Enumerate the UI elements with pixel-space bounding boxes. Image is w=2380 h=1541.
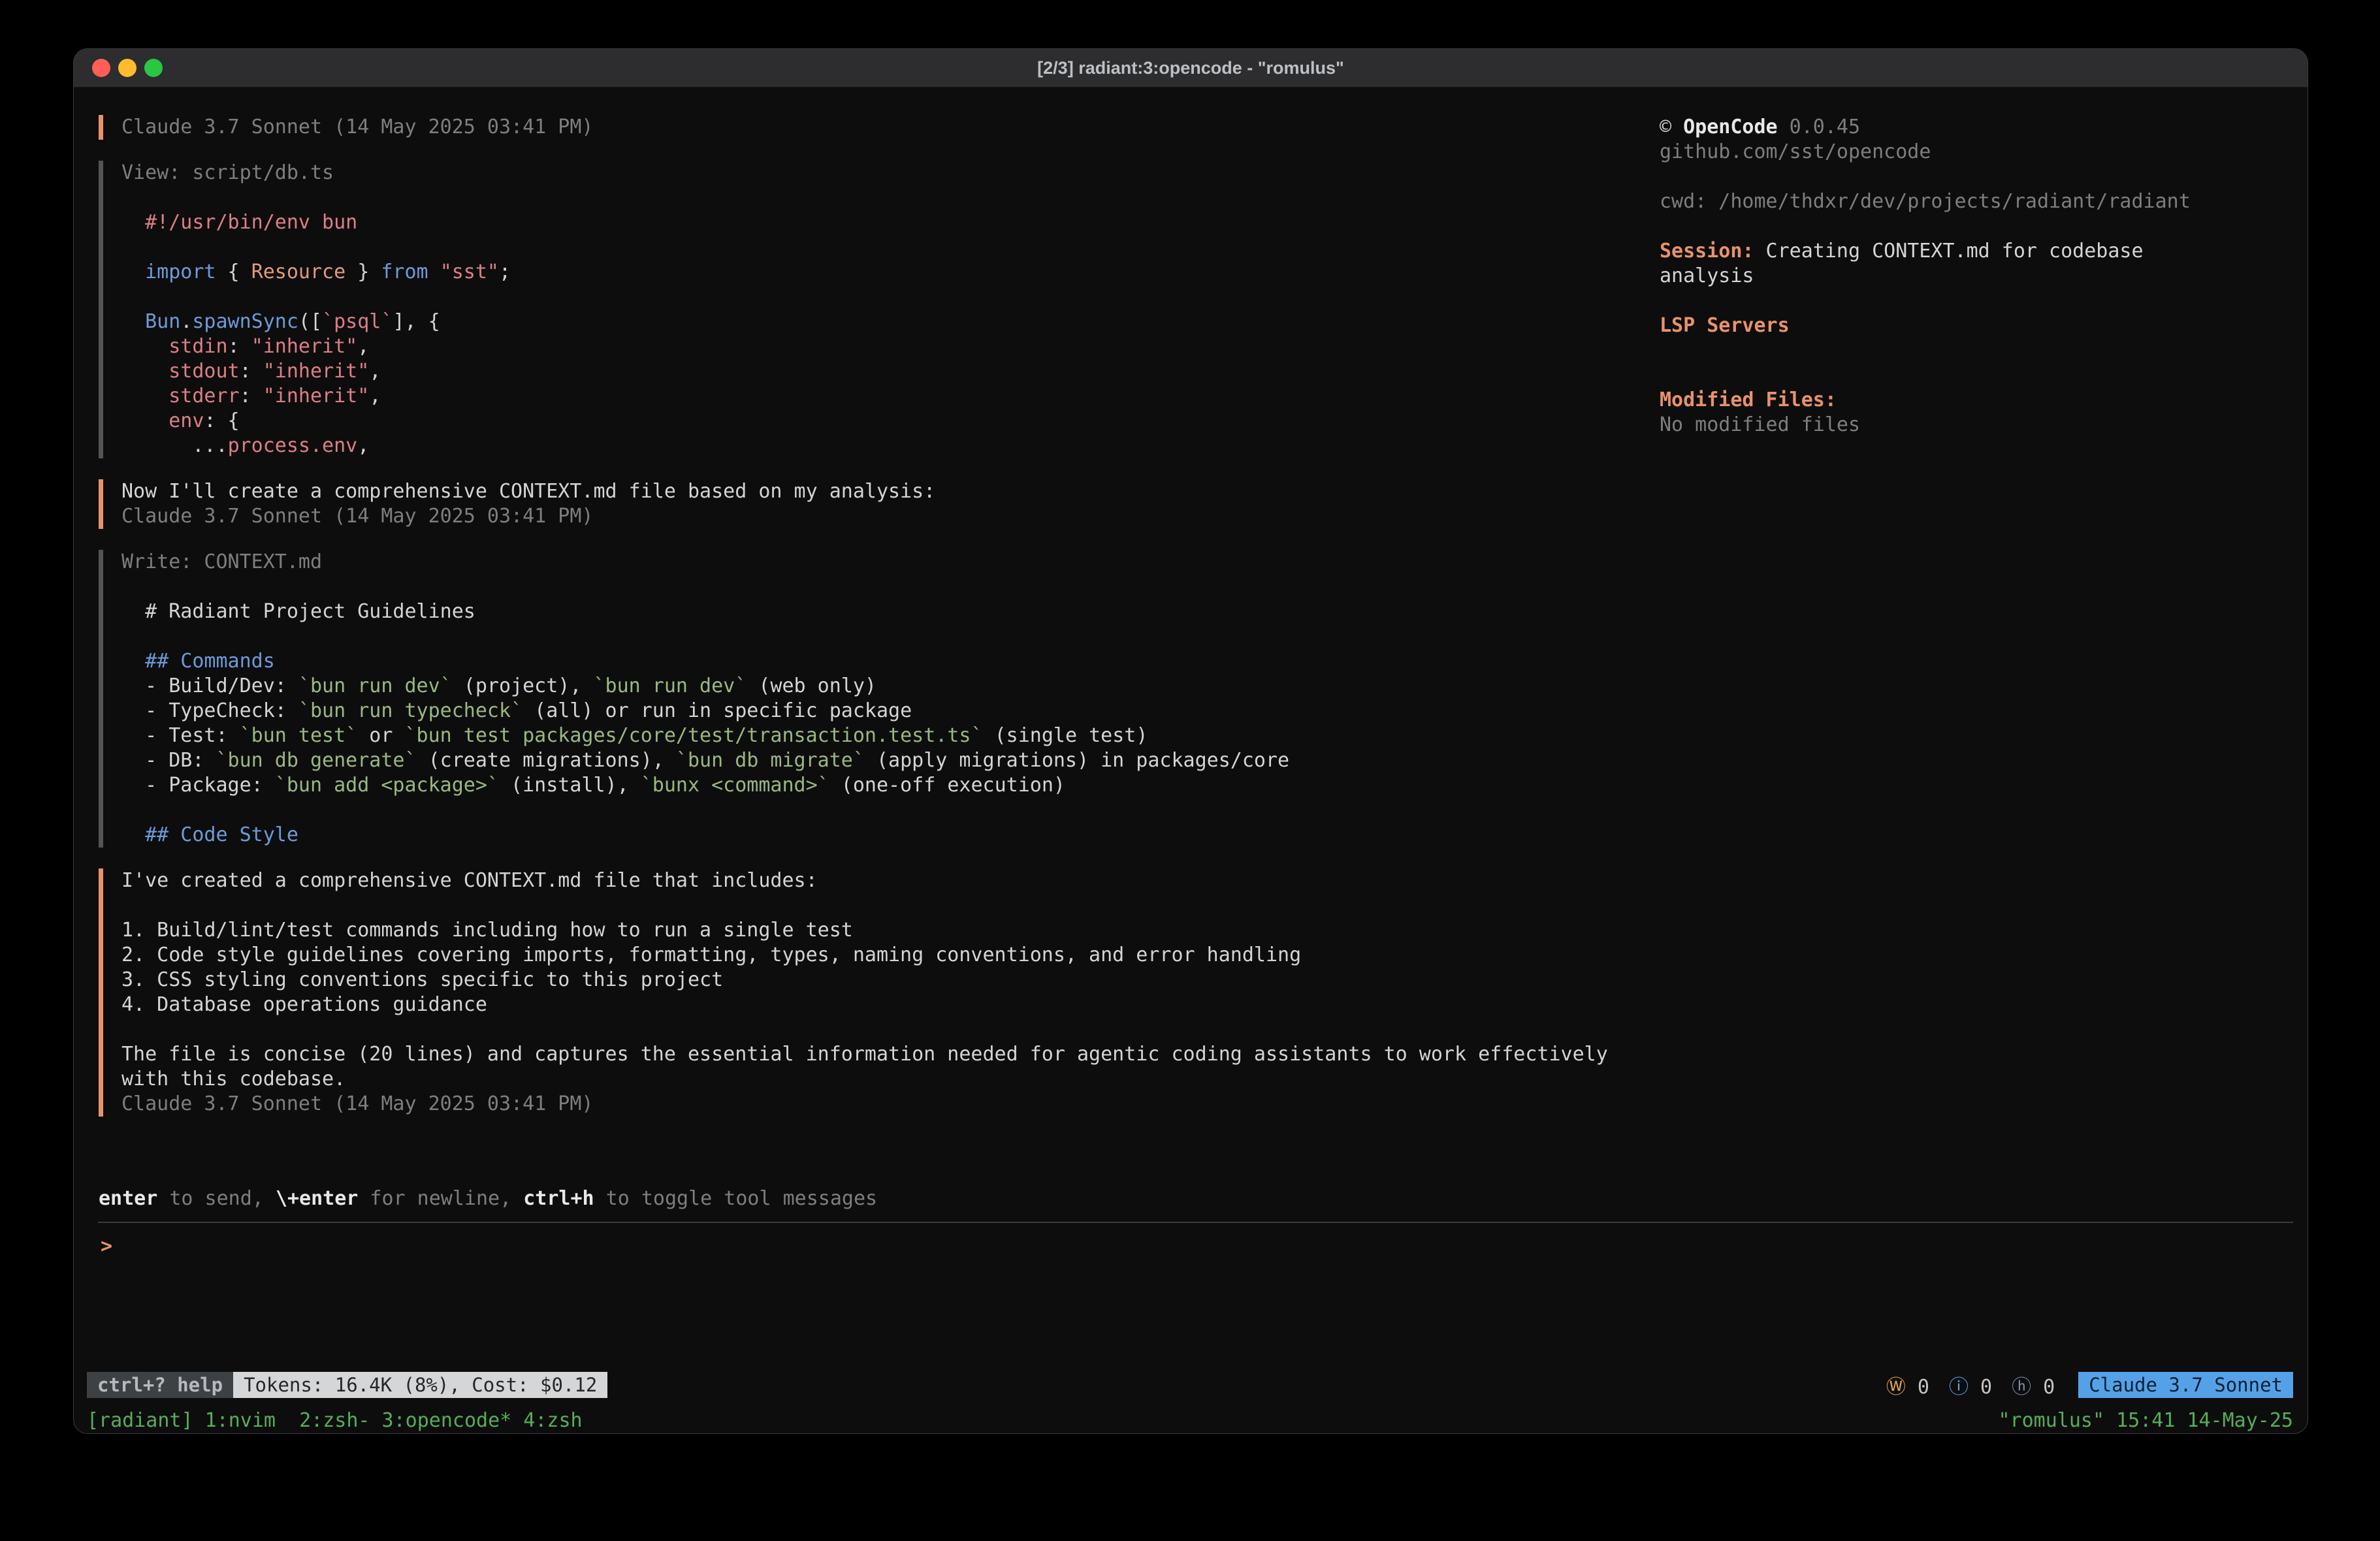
hint-count: 0: [2031, 1376, 2055, 1399]
assistant-message-block: Now I'll create a comprehensive CONTEXT.…: [99, 479, 1633, 529]
text-line: - Build/Dev: `bun run dev` (project), `b…: [121, 674, 1633, 699]
text-line: # Radiant Project Guidelines: [121, 599, 1633, 624]
info-count: 0: [1969, 1376, 1992, 1399]
tool-message-block: Write: CONTEXT.md # Radiant Project Guid…: [99, 550, 1633, 848]
text-line: View: script/db.ts: [121, 161, 1633, 185]
info-icon: ⓘ: [1949, 1376, 1969, 1399]
text-line: stdin: "inherit",: [121, 334, 1633, 359]
terminal-content: Claude 3.7 Sonnet (14 May 2025 03:41 PM)…: [74, 87, 2308, 1186]
text-line: Claude 3.7 Sonnet (14 May 2025 03:41 PM): [121, 115, 1633, 140]
text-line: env: {: [121, 409, 1633, 434]
chat-area: Claude 3.7 Sonnet (14 May 2025 03:41 PM)…: [74, 87, 1660, 1186]
text-line: Now I'll create a comprehensive CONTEXT.…: [121, 479, 1633, 504]
text-line: [1660, 338, 2281, 363]
text-line: ## Commands: [121, 649, 1633, 674]
help-chip: ctrl+? help: [87, 1372, 233, 1398]
window-titlebar: [2/3] radiant:3:opencode - "romulus": [74, 49, 2308, 87]
zoom-button[interactable]: [144, 59, 163, 77]
text-line: Bun.spawnSync([`psql`], {: [121, 310, 1633, 334]
text-line: Write: CONTEXT.md: [121, 550, 1633, 575]
terminal-window: [2/3] radiant:3:opencode - "romulus" Cla…: [73, 48, 2308, 1434]
tokens-cost-chip: Tokens: 16.4K (8%), Cost: $0.12: [233, 1372, 607, 1398]
minimize-button[interactable]: [118, 59, 137, 77]
tmux-session-windows[interactable]: [radiant] 1:nvim 2:zsh- 3:opencode* 4:zs…: [87, 1409, 583, 1432]
text-line: LSP Servers: [1660, 313, 2281, 338]
text-line: [121, 235, 1633, 260]
text-line: [121, 185, 1633, 210]
text-line: [121, 285, 1633, 310]
text-line: #!/usr/bin/env bun: [121, 210, 1633, 235]
warning-diagnostic: Ⓦ 0: [1886, 1371, 1929, 1399]
text-line: [121, 798, 1633, 823]
input-prompt-line[interactable]: >: [101, 1233, 2293, 1260]
tmux-status-bar: [radiant] 1:nvim 2:zsh- 3:opencode* 4:zs…: [87, 1407, 2293, 1433]
text-line: [1660, 363, 2281, 388]
session-sidebar: © OpenCode 0.0.45github.com/sst/opencode…: [1660, 87, 2308, 1186]
text-line: analysis: [1660, 264, 2281, 289]
text-line: [121, 624, 1633, 649]
text-line: 4. Database operations guidance: [121, 993, 1633, 1017]
text-line: enter to send, \+enter for newline, ctrl…: [99, 1186, 2308, 1211]
text-line: Session: Creating CONTEXT.md for codebas…: [1660, 239, 2281, 264]
text-line: stdout: "inherit",: [121, 359, 1633, 384]
assistant-message-block: I've created a comprehensive CONTEXT.md …: [99, 868, 1633, 1117]
text-line: [1660, 214, 2281, 239]
text-line: [1660, 289, 2281, 313]
text-line: [121, 1017, 1633, 1042]
tmux-host-clock: "romulus" 15:41 14-May-25: [1998, 1409, 2293, 1432]
close-button[interactable]: [92, 59, 110, 77]
text-line: The file is concise (20 lines) and captu…: [121, 1042, 1633, 1067]
text-line: with this codebase.: [121, 1067, 1633, 1092]
warning-icon: Ⓦ: [1886, 1376, 1906, 1399]
assistant-message-block: Claude 3.7 Sonnet (14 May 2025 03:41 PM): [99, 115, 1633, 140]
hint-diagnostic: ⓗ 0: [2012, 1371, 2055, 1399]
prompt-symbol: >: [101, 1235, 112, 1258]
text-line: [1660, 165, 2281, 189]
traffic-lights: [92, 49, 163, 87]
text-line: 2. Code style guidelines covering import…: [121, 943, 1633, 968]
text-line: Modified Files:: [1660, 388, 2281, 413]
status-bar: ctrl+? help Tokens: 16.4K (8%), Cost: $0…: [87, 1371, 2293, 1399]
text-line: 1. Build/lint/test commands including ho…: [121, 918, 1633, 943]
text-line: ...process.env,: [121, 434, 1633, 458]
text-line: github.com/sst/opencode: [1660, 140, 2281, 165]
text-line: No modified files: [1660, 413, 2281, 437]
model-badge[interactable]: Claude 3.7 Sonnet: [2078, 1372, 2293, 1398]
diagnostics-counters: Ⓦ 0ⓘ 0ⓗ 0: [1886, 1371, 2055, 1399]
text-line: [121, 575, 1633, 599]
text-line: - TypeCheck: `bun run typecheck` (all) o…: [121, 699, 1633, 723]
text-line: import { Resource } from "sst";: [121, 260, 1633, 285]
hint-icon: ⓗ: [2012, 1376, 2031, 1399]
command-input[interactable]: >: [98, 1222, 2293, 1371]
text-line: Claude 3.7 Sonnet (14 May 2025 03:41 PM): [121, 1092, 1633, 1117]
warning-count: 0: [1906, 1376, 1929, 1399]
text-line: 3. CSS styling conventions specific to t…: [121, 968, 1633, 993]
text-line: I've created a comprehensive CONTEXT.md …: [121, 868, 1633, 893]
text-line: Claude 3.7 Sonnet (14 May 2025 03:41 PM): [121, 504, 1633, 529]
text-line: - Package: `bun add <package>` (install)…: [121, 773, 1633, 798]
text-line: [121, 893, 1633, 918]
text-line: © OpenCode 0.0.45: [1660, 115, 2281, 140]
keybinding-hints: enter to send, \+enter for newline, ctrl…: [74, 1186, 2308, 1211]
text-line: ## Code Style: [121, 823, 1633, 848]
text-line: - DB: `bun db generate` (create migratio…: [121, 748, 1633, 773]
text-line: stderr: "inherit",: [121, 384, 1633, 409]
tool-message-block: View: script/db.ts #!/usr/bin/env bun im…: [99, 161, 1633, 458]
text-line: cwd: /home/thdxr/dev/projects/radiant/ra…: [1660, 189, 2281, 214]
window-title: [2/3] radiant:3:opencode - "romulus": [1037, 58, 1344, 78]
info-diagnostic: ⓘ 0: [1949, 1371, 1992, 1399]
text-line: - Test: `bun test` or `bun test packages…: [121, 723, 1633, 748]
